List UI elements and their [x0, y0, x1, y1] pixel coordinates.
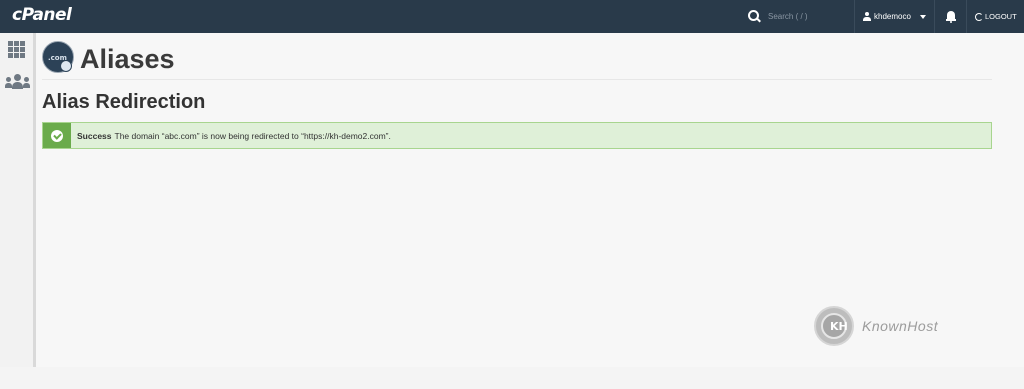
divider — [42, 79, 992, 80]
logout-icon — [975, 12, 983, 21]
knownhost-logo-icon: KH — [814, 306, 854, 346]
knownhost-watermark: KH KnownHost — [814, 306, 938, 346]
logout-button[interactable]: LOGOUT — [966, 0, 1024, 33]
check-circle-icon — [51, 129, 63, 142]
chevron-down-icon — [919, 14, 926, 19]
notifications-button[interactable] — [934, 0, 966, 33]
alert-message: Success The domain “abc.com” is now being… — [77, 131, 391, 141]
watermark-brand: KnownHost — [862, 318, 939, 334]
users-icon[interactable] — [5, 73, 30, 89]
search-input[interactable] — [768, 12, 838, 21]
left-sidebar — [0, 33, 36, 367]
footer — [0, 367, 1024, 389]
section-title: Alias Redirection — [42, 91, 206, 113]
user-icon — [863, 12, 871, 21]
username-label: khdemoco — [874, 12, 911, 21]
badge-icon — [60, 60, 72, 72]
search-box[interactable] — [748, 8, 840, 25]
aliases-icon: .com — [42, 41, 74, 73]
alert-body: The domain “abc.com” is now being redire… — [114, 130, 391, 141]
user-menu[interactable]: khdemoco — [854, 0, 934, 33]
alert-status: Success — [77, 130, 112, 141]
success-alert: Success The domain “abc.com” is now being… — [42, 122, 992, 149]
page-title: Aliases — [80, 44, 175, 74]
top-navigation-bar: cPanel khdemoco LOGOUT — [0, 0, 1024, 33]
cpanel-logo[interactable]: cPanel — [12, 5, 72, 25]
search-icon[interactable] — [748, 10, 761, 23]
bell-icon — [945, 11, 956, 23]
grid-icon[interactable] — [8, 41, 26, 58]
main-content: .com Aliases Alias Redirection Success Th… — [36, 33, 1024, 367]
alert-icon-panel — [43, 123, 71, 148]
logout-label: LOGOUT — [985, 12, 1017, 21]
watermark-letters: KH — [830, 320, 848, 333]
